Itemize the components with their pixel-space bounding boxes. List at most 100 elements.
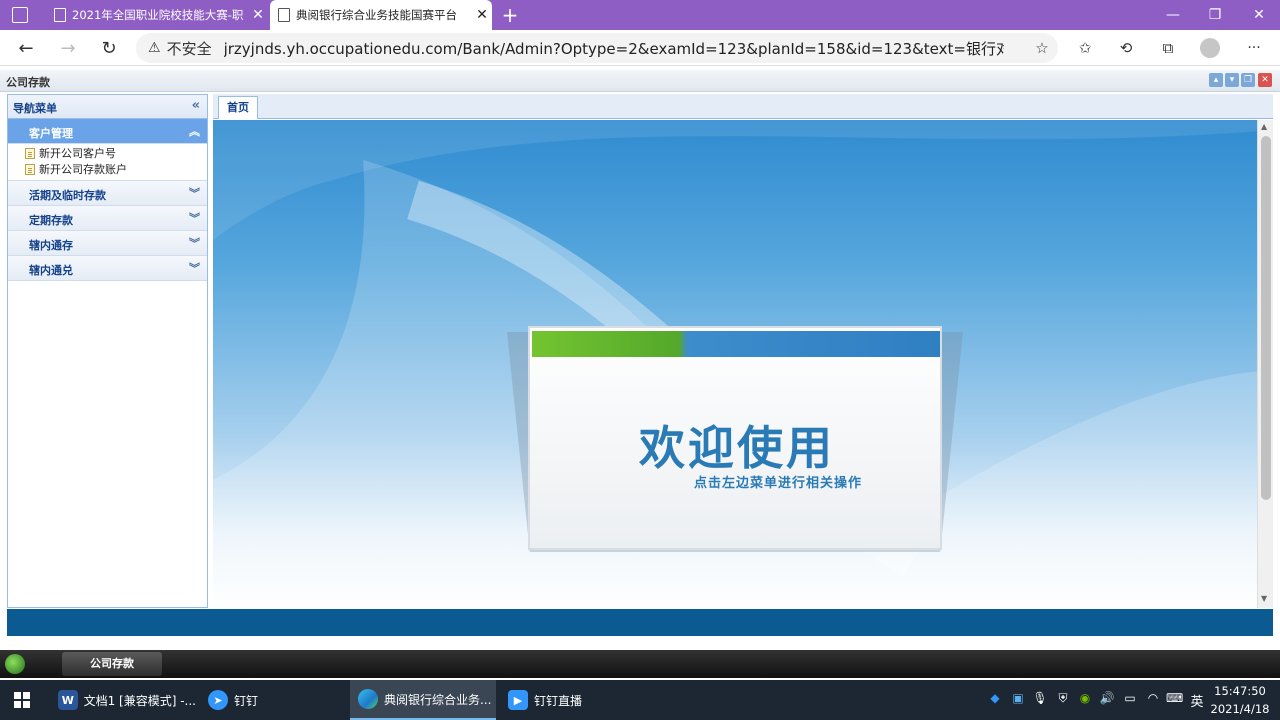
section-label: 客户管理 xyxy=(29,127,73,140)
taskbar-label: 文档1 [兼容模式] -... xyxy=(83,693,196,708)
sidebar-section-withdraw-anywhere[interactable]: 辖内通兑 ︾ xyxy=(8,256,207,281)
app-close-icon[interactable]: ✕ xyxy=(1258,73,1272,87)
chevron-down-icon[interactable]: ︾ xyxy=(189,260,200,276)
windows-taskbar: W 文档1 [兼容模式] -... ➤ 钉钉 典阅银行综合业务... ▶ 钉钉直… xyxy=(0,680,1280,720)
page-icon xyxy=(25,147,35,159)
dingtalk-icon: ➤ xyxy=(208,690,228,710)
app-titlebar: 公司存款 ▴ ▾ ❐ ✕ xyxy=(0,70,1280,92)
app-task-button[interactable]: 公司存款 xyxy=(62,652,162,676)
app-footer xyxy=(7,609,1273,636)
history-icon[interactable]: ⟲ xyxy=(1112,34,1140,62)
ime-indicator[interactable]: 英 xyxy=(1188,691,1206,710)
collections-icon[interactable]: ⧉ xyxy=(1154,34,1182,62)
scroll-up-icon[interactable]: ▲ xyxy=(1261,122,1267,131)
windows-start-icon[interactable] xyxy=(14,692,30,708)
more-icon[interactable]: ··· xyxy=(1240,34,1268,62)
sidebar-header: 导航菜单 « xyxy=(8,95,207,119)
chevron-down-icon[interactable]: ︾ xyxy=(189,185,200,201)
menu-item-label: 新开公司存款账户 xyxy=(39,163,127,176)
taskbar-item-dingtalk-live[interactable]: ▶ 钉钉直播 xyxy=(500,680,646,720)
chevron-up-icon[interactable]: ︽ xyxy=(189,123,200,139)
volume-icon[interactable]: 🔊 xyxy=(1099,691,1115,707)
menu-item-new-customer[interactable]: 新开公司客户号 xyxy=(8,145,207,161)
tab-title: 典阅银行综合业务技能国赛平台 xyxy=(296,8,457,22)
app-collapse-icon[interactable]: ▴ xyxy=(1209,73,1223,87)
content-scrollbar[interactable]: ▲ ▼ xyxy=(1257,120,1273,608)
sidebar-title: 导航菜单 xyxy=(13,102,57,115)
keyboard-icon[interactable]: ⌨ xyxy=(1166,691,1183,707)
section-items: 新开公司客户号 新开公司存款账户 xyxy=(8,144,207,181)
wifi-icon[interactable]: ◠ xyxy=(1145,691,1161,707)
forward-icon[interactable]: → xyxy=(54,34,82,62)
address-bar: ← → ↻ ⚠ 不安全 jrzyjnds.yh.occupationedu.co… xyxy=(0,30,1280,66)
profile-avatar[interactable] xyxy=(1200,38,1220,58)
new-tab-button[interactable]: + xyxy=(500,3,520,27)
shield-icon[interactable]: ⛨ xyxy=(1055,691,1071,707)
welcome-title: 欢迎使用 xyxy=(639,421,835,475)
welcome-panel: 欢迎使用 点击左边菜单进行相关操作 xyxy=(213,120,1273,608)
refresh-icon[interactable]: ↻ xyxy=(95,34,123,62)
welcome-card: 欢迎使用 点击左边菜单进行相关操作 xyxy=(528,326,942,550)
tab-home[interactable]: 首页 xyxy=(218,96,258,119)
welcome-subtitle: 点击左边菜单进行相关操作 xyxy=(694,476,863,491)
scroll-down-icon[interactable]: ▼ xyxy=(1261,594,1267,603)
taskbar-item-word[interactable]: W 文档1 [兼容模式] -... xyxy=(50,680,196,720)
app-restore-icon[interactable]: ❐ xyxy=(1241,73,1255,87)
restore-button[interactable]: ❐ xyxy=(1192,0,1238,30)
sidebar-section-deposit-anywhere[interactable]: 辖内通存 ︾ xyxy=(8,231,207,256)
minimize-button[interactable]: — xyxy=(1150,0,1196,30)
back-icon[interactable]: ← xyxy=(12,34,40,62)
app-taskbar: 公司存款 xyxy=(0,650,1280,678)
security-label: 不安全 xyxy=(166,39,212,58)
app-minimize-icon[interactable]: ▾ xyxy=(1225,73,1239,87)
edge-icon xyxy=(358,689,378,709)
section-label: 辖内通存 xyxy=(29,239,73,252)
section-label: 辖内通兑 xyxy=(29,264,73,277)
word-icon: W xyxy=(58,690,78,710)
collapse-sidebar-icon[interactable]: « xyxy=(192,98,200,113)
close-window-button[interactable]: ✕ xyxy=(1236,0,1280,30)
taskbar-item-edge[interactable]: 典阅银行综合业务... xyxy=(350,680,496,720)
clock-date[interactable]: 2021/4/18 xyxy=(1208,702,1272,716)
warning-icon: ⚠ xyxy=(148,40,161,56)
tab-competition[interactable]: 2021年全国职业院校技能大赛-职 ✕ xyxy=(46,0,268,30)
menu-item-new-account[interactable]: 新开公司存款账户 xyxy=(8,161,207,177)
sidebar-section-time-deposit[interactable]: 定期存款 ︾ xyxy=(8,206,207,231)
taskbar-label: 钉钉直播 xyxy=(534,693,583,708)
start-orb-icon[interactable] xyxy=(5,654,25,674)
dingtalk-live-icon: ▶ xyxy=(508,690,528,710)
tab-actions-icon[interactable] xyxy=(12,7,28,23)
battery-icon[interactable]: ▭ xyxy=(1122,691,1138,707)
tab-title: 2021年全国职业院校技能大赛-职 xyxy=(72,8,244,22)
box-tray-icon[interactable]: ▣ xyxy=(1010,691,1026,707)
page-icon xyxy=(278,8,290,22)
page-icon xyxy=(25,163,35,175)
dingtalk-tray-icon[interactable]: ◆ xyxy=(987,691,1003,707)
taskbar-label: 钉钉 xyxy=(234,693,259,708)
nvidia-icon[interactable]: ◉ xyxy=(1077,691,1093,707)
url-text: jrzyjnds.yh.occupationedu.com/Bank/Admin… xyxy=(223,39,1004,58)
url-field[interactable]: ⚠ 不安全 jrzyjnds.yh.occupationedu.com/Bank… xyxy=(136,33,1058,63)
section-label: 定期存款 xyxy=(29,214,73,227)
clock-time[interactable]: 15:47:50 xyxy=(1212,684,1268,698)
section-label: 活期及临时存款 xyxy=(29,189,106,202)
chevron-down-icon[interactable]: ︾ xyxy=(189,235,200,251)
taskbar-label: 典阅银行综合业务... xyxy=(384,692,492,707)
menu-item-label: 新开公司客户号 xyxy=(39,147,116,160)
content-tab-strip: 首页 xyxy=(213,94,1273,119)
favorites-icon[interactable]: ✩ xyxy=(1071,34,1099,62)
sidebar-section-demand-deposit[interactable]: 活期及临时存款 ︾ xyxy=(8,181,207,206)
scroll-thumb[interactable] xyxy=(1261,136,1271,500)
close-icon[interactable]: ✕ xyxy=(248,7,268,23)
sidebar-section-customer[interactable]: 客户管理 ︽ xyxy=(8,119,207,144)
taskbar-item-dingtalk[interactable]: ➤ 钉钉 xyxy=(200,680,346,720)
close-icon[interactable]: ✕ xyxy=(472,7,492,23)
microphone-icon[interactable]: 🎙 xyxy=(1032,691,1048,707)
chevron-down-icon[interactable]: ︾ xyxy=(189,210,200,226)
tab-bank-platform[interactable]: 典阅银行综合业务技能国赛平台 ✕ xyxy=(270,0,492,30)
browser-tab-bar: 2021年全国职业院校技能大赛-职 ✕ 典阅银行综合业务技能国赛平台 ✕ + —… xyxy=(0,0,1280,30)
welcome-card-bar xyxy=(532,331,940,357)
add-favorite-icon[interactable]: ☆ xyxy=(1028,34,1056,62)
app-title: 公司存款 xyxy=(6,76,50,89)
page-icon xyxy=(54,8,66,22)
